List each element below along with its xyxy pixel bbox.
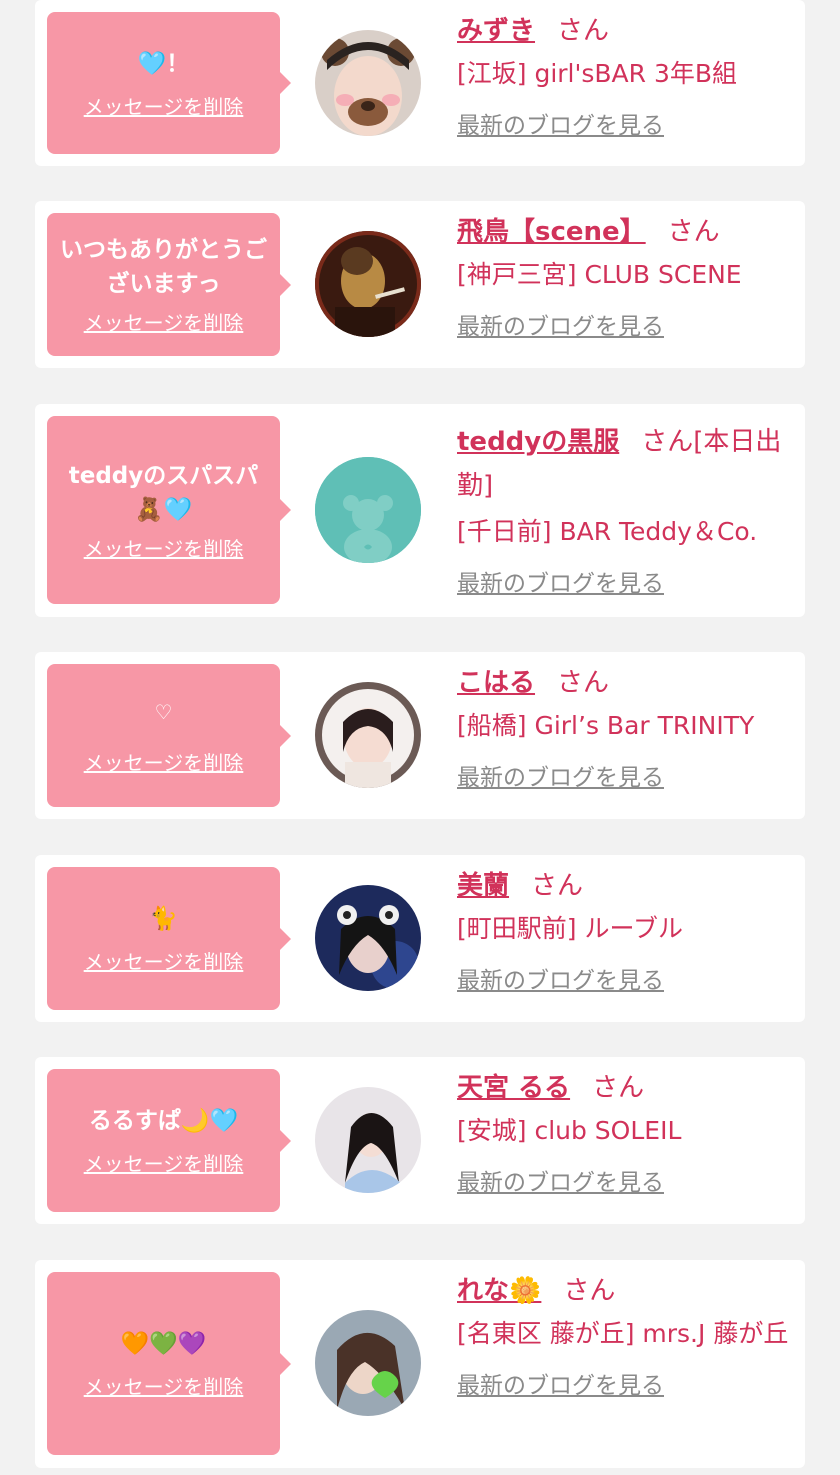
cast-info: みずき さん [江坂] girl'sBAR 3年B組 最新のブログを見る (457, 12, 795, 140)
honorific: さん (667, 217, 720, 247)
cast-name-link[interactable]: 天宮 るる (457, 1073, 570, 1103)
cast-info: 美蘭 さん [町田駅前] ルーブル 最新のブログを見る (457, 867, 795, 995)
latest-blog-link[interactable]: 最新のブログを見る (457, 1163, 664, 1197)
delete-message-link[interactable]: メッセージを削除 (84, 533, 244, 562)
message-bubble: 🩵！ メッセージを削除 (47, 12, 291, 154)
list-item: ♡ メッセージを削除 こはる さん [船橋] Girl’s Bar TRINITY… (35, 652, 805, 819)
avatar[interactable] (315, 1087, 421, 1193)
honorific: さん (557, 668, 610, 698)
cast-info: teddyの黒服 さん[本日出勤] [千日前] BAR Teddy＆Co. 最新の… (457, 420, 795, 598)
message-bubble: ♡ メッセージを削除 (47, 664, 291, 807)
message-text: 🐈 (149, 906, 178, 932)
honorific: さん (592, 1073, 645, 1103)
delete-message-link[interactable]: メッセージを削除 (84, 747, 244, 776)
shop-name: [船橋] Girl’s Bar TRINITY (457, 711, 755, 740)
cast-name-link[interactable]: 美蘭 (457, 871, 509, 901)
honorific: さん (531, 871, 584, 901)
message-bubble: teddyのスパスパ🧸🩵 メッセージを削除 (47, 416, 291, 604)
delete-message-link[interactable]: メッセージを削除 (84, 91, 244, 120)
list-item: 🧡💚💜 メッセージを削除 れな🌼 さん [名東区 藤が丘] mrs.J 藤が丘 最… (35, 1260, 805, 1468)
shop-name: [安城] club SOLEIL (457, 1116, 682, 1145)
cast-name-link[interactable]: みずき (457, 16, 535, 46)
message-text: 🧡💚💜 (120, 1331, 207, 1357)
latest-blog-link[interactable]: 最新のブログを見る (457, 307, 664, 341)
latest-blog-link[interactable]: 最新のブログを見る (457, 106, 664, 140)
honorific: さん (563, 1276, 616, 1306)
shop-name: [町田駅前] ルーブル (457, 914, 683, 943)
delete-message-link[interactable]: メッセージを削除 (84, 307, 244, 336)
cast-name-link[interactable]: こはる (457, 668, 535, 698)
message-text: るるすぱ🌙🩵 (88, 1108, 239, 1134)
delete-message-link[interactable]: メッセージを削除 (84, 1148, 244, 1177)
list-item: いつもありがとうございますっ メッセージを削除 飛鳥【scene】 さん [神戸三… (35, 201, 805, 368)
shop-name: [名東区 藤が丘] mrs.J 藤が丘 (457, 1319, 789, 1348)
avatar[interactable] (315, 1310, 421, 1416)
avatar[interactable] (315, 231, 421, 337)
delete-message-link[interactable]: メッセージを削除 (84, 1371, 244, 1400)
message-list: 🩵！ メッセージを削除 みずき さん [江坂] girl'sBAR 3年B組 最新… (0, 0, 840, 1475)
latest-blog-link[interactable]: 最新のブログを見る (457, 564, 664, 598)
message-text: ♡ (154, 700, 173, 724)
message-bubble: 🐈 メッセージを削除 (47, 867, 291, 1010)
latest-blog-link[interactable]: 最新のブログを見る (457, 961, 664, 995)
cast-info: れな🌼 さん [名東区 藤が丘] mrs.J 藤が丘 最新のブログを見る (457, 1272, 795, 1400)
delete-message-link[interactable]: メッセージを削除 (84, 946, 244, 975)
list-item: るるすぱ🌙🩵 メッセージを削除 天宮 るる さん [安城] club SOLEIL… (35, 1057, 805, 1224)
list-item: 🩵！ メッセージを削除 みずき さん [江坂] girl'sBAR 3年B組 最新… (35, 0, 805, 166)
shop-name: [江坂] girl'sBAR 3年B組 (457, 59, 738, 88)
message-text: いつもありがとうございますっ (60, 237, 267, 297)
message-bubble: 🧡💚💜 メッセージを削除 (47, 1272, 291, 1455)
latest-blog-link[interactable]: 最新のブログを見る (457, 1366, 664, 1400)
avatar[interactable] (315, 885, 421, 991)
list-item: teddyのスパスパ🧸🩵 メッセージを削除 teddyの黒服 さん[本日出勤] [… (35, 404, 805, 617)
avatar[interactable] (315, 30, 421, 136)
message-text: teddyのスパスパ🧸🩵 (68, 462, 259, 523)
honorific: さん (557, 16, 610, 46)
message-text: 🩵！ (137, 50, 190, 77)
list-item: 🐈 メッセージを削除 美蘭 さん [町田駅前] ルーブル 最新のブログを見る (35, 855, 805, 1022)
shop-name: [千日前] BAR Teddy＆Co. (457, 517, 758, 546)
avatar[interactable] (315, 682, 421, 788)
shop-name: [神戸三宮] CLUB SCENE (457, 260, 742, 289)
cast-name-link[interactable]: れな🌼 (457, 1276, 541, 1306)
cast-info: 天宮 るる さん [安城] club SOLEIL 最新のブログを見る (457, 1069, 795, 1197)
message-bubble: いつもありがとうございますっ メッセージを削除 (47, 213, 291, 356)
cast-info: 飛鳥【scene】 さん [神戸三宮] CLUB SCENE 最新のブログを見る (457, 213, 795, 341)
teddy-bear-icon[interactable] (315, 457, 421, 563)
cast-name-link[interactable]: 飛鳥【scene】 (457, 217, 646, 247)
cast-name-link[interactable]: teddyの黒服 (457, 427, 619, 457)
cast-info: こはる さん [船橋] Girl’s Bar TRINITY 最新のブログを見る (457, 664, 795, 792)
latest-blog-link[interactable]: 最新のブログを見る (457, 758, 664, 792)
honorific: さん (641, 427, 694, 457)
message-bubble: るるすぱ🌙🩵 メッセージを削除 (47, 1069, 291, 1212)
